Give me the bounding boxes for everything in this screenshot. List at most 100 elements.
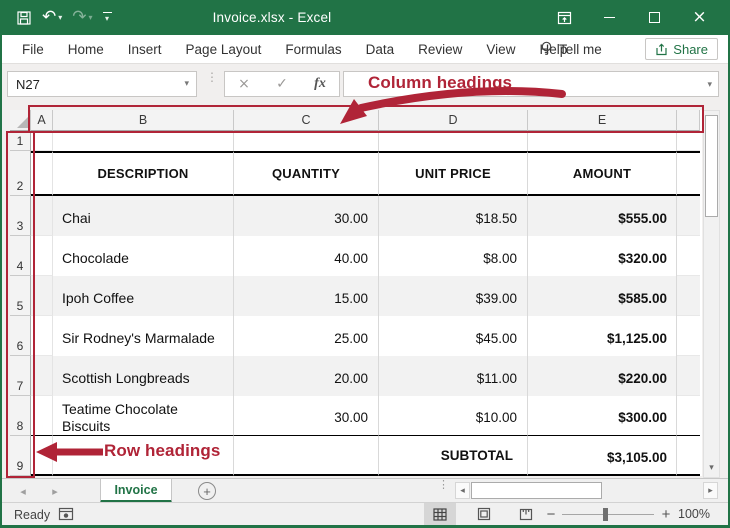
name-box-dropdown-icon[interactable]: ▾ <box>184 79 189 89</box>
cell-a3[interactable] <box>31 196 53 236</box>
tab-scroll-splitter[interactable]: ⋮ <box>438 483 449 489</box>
cell-c1[interactable] <box>234 131 379 151</box>
ribbon-display-options-button[interactable] <box>542 0 587 35</box>
enter-entry-icon[interactable]: ✓ <box>276 76 288 92</box>
page-layout-view-button[interactable] <box>468 503 500 525</box>
normal-view-button[interactable] <box>424 503 456 525</box>
cell-f4[interactable] <box>677 236 700 276</box>
page-break-preview-button[interactable] <box>510 503 542 525</box>
row-header-1[interactable]: 1 <box>10 131 31 151</box>
cell-d4[interactable]: $8.00 <box>379 236 528 276</box>
cell-e5[interactable]: $585.00 <box>528 276 677 316</box>
formula-bar-input[interactable]: ▾ <box>343 71 719 97</box>
sheet-tab-invoice[interactable]: Invoice <box>100 479 172 503</box>
cell-a7[interactable] <box>31 356 53 396</box>
minimize-button[interactable] <box>587 0 632 35</box>
redo-button[interactable]: ↷ ▾ <box>72 9 92 26</box>
cell-e3[interactable]: $555.00 <box>528 196 677 236</box>
cell-f8[interactable] <box>677 396 700 436</box>
cell-d3[interactable]: $18.50 <box>379 196 528 236</box>
column-header-d[interactable]: D <box>379 110 528 131</box>
cell-f6[interactable] <box>677 316 700 356</box>
cell-a9[interactable] <box>31 436 53 476</box>
horizontal-scrollbar-thumb[interactable] <box>471 482 602 499</box>
cell-f5[interactable] <box>677 276 700 316</box>
cell-b6[interactable]: Sir Rodney's Marmalade <box>53 316 234 356</box>
sheet-nav-left-icon[interactable]: ◂ <box>12 479 34 503</box>
zoom-out-button[interactable]: − <box>543 503 559 525</box>
vertical-scrollbar[interactable]: ▾ <box>703 110 720 478</box>
scroll-left-icon[interactable]: ◂ <box>455 482 470 499</box>
cell-b7[interactable]: Scottish Longbreads <box>53 356 234 396</box>
row-header-4[interactable]: 4 <box>10 236 31 276</box>
cell-e2[interactable]: AMOUNT <box>528 151 677 196</box>
cell-b4[interactable]: Chocolade <box>53 236 234 276</box>
tab-data[interactable]: Data <box>354 42 407 57</box>
cell-d5[interactable]: $39.00 <box>379 276 528 316</box>
row-header-6[interactable]: 6 <box>10 316 31 356</box>
column-header-e[interactable]: E <box>528 110 677 131</box>
cell-a6[interactable] <box>31 316 53 356</box>
cell-c4[interactable]: 40.00 <box>234 236 379 276</box>
undo-button[interactable]: ↶ ▾ <box>42 9 62 26</box>
vertical-scrollbar-thumb[interactable] <box>705 115 718 217</box>
new-sheet-button[interactable]: + <box>198 482 216 500</box>
macro-record-icon[interactable] <box>58 507 74 521</box>
formula-bar-expand-icon[interactable]: ▾ <box>707 80 712 90</box>
cell-e9[interactable]: $3,105.00 <box>528 436 677 476</box>
row-header-3[interactable]: 3 <box>10 196 31 236</box>
cell-a5[interactable] <box>31 276 53 316</box>
tab-page-layout[interactable]: Page Layout <box>174 42 274 57</box>
cell-f3[interactable] <box>677 196 700 236</box>
column-header-partial[interactable] <box>677 110 700 131</box>
cell-f9[interactable] <box>677 436 700 476</box>
cell-e1[interactable] <box>528 131 677 151</box>
customize-qat-button[interactable]: ▾ <box>103 12 112 24</box>
cell-d9[interactable]: SUBTOTAL <box>379 436 528 476</box>
tab-insert[interactable]: Insert <box>116 42 174 57</box>
cell-d6[interactable]: $45.00 <box>379 316 528 356</box>
column-header-a[interactable]: A <box>31 110 53 131</box>
cancel-entry-icon[interactable]: × <box>238 76 250 92</box>
zoom-slider-thumb[interactable] <box>603 508 608 521</box>
cell-e7[interactable]: $220.00 <box>528 356 677 396</box>
row-header-2[interactable]: 2 <box>10 151 31 196</box>
cell-c7[interactable]: 20.00 <box>234 356 379 396</box>
cell-b1[interactable] <box>53 131 234 151</box>
undo-caret-icon[interactable]: ▾ <box>58 13 62 22</box>
cell-c5[interactable]: 15.00 <box>234 276 379 316</box>
cell-a8[interactable] <box>31 396 53 436</box>
sheet-nav-right-icon[interactable]: ▸ <box>44 479 66 503</box>
row-header-8[interactable]: 8 <box>10 396 31 436</box>
cell-c8[interactable]: 30.00 <box>234 396 379 436</box>
tab-view[interactable]: View <box>474 42 527 57</box>
row-header-9[interactable]: 9 <box>10 436 31 476</box>
save-icon[interactable] <box>16 10 32 26</box>
row-header-5[interactable]: 5 <box>10 276 31 316</box>
cell-f1[interactable] <box>677 131 700 151</box>
tab-file[interactable]: File <box>10 42 56 57</box>
cell-d7[interactable]: $11.00 <box>379 356 528 396</box>
insert-function-icon[interactable]: fx <box>314 76 326 92</box>
close-button[interactable]: × <box>677 0 722 35</box>
maximize-button[interactable] <box>632 0 677 35</box>
cell-b5[interactable]: Ipoh Coffee <box>53 276 234 316</box>
column-header-b[interactable]: B <box>53 110 234 131</box>
cell-b9[interactable] <box>53 436 234 476</box>
cell-b8[interactable]: Teatime Chocolate Biscuits <box>53 396 234 436</box>
formula-bar-splitter[interactable]: ⋮ <box>206 74 218 81</box>
scroll-down-icon[interactable]: ▾ <box>704 460 719 476</box>
tab-review[interactable]: Review <box>406 42 474 57</box>
zoom-level-label[interactable]: 100% <box>678 503 710 525</box>
cell-d1[interactable] <box>379 131 528 151</box>
row-header-7[interactable]: 7 <box>10 356 31 396</box>
cell-f2[interactable] <box>677 151 700 196</box>
cell-b3[interactable]: Chai <box>53 196 234 236</box>
cell-f7[interactable] <box>677 356 700 396</box>
name-box[interactable]: N27 ▾ <box>7 71 197 97</box>
zoom-slider-track[interactable] <box>562 514 654 515</box>
tab-home[interactable]: Home <box>56 42 116 57</box>
cell-c9[interactable] <box>234 436 379 476</box>
cell-a4[interactable] <box>31 236 53 276</box>
zoom-in-button[interactable]: + <box>658 503 674 525</box>
